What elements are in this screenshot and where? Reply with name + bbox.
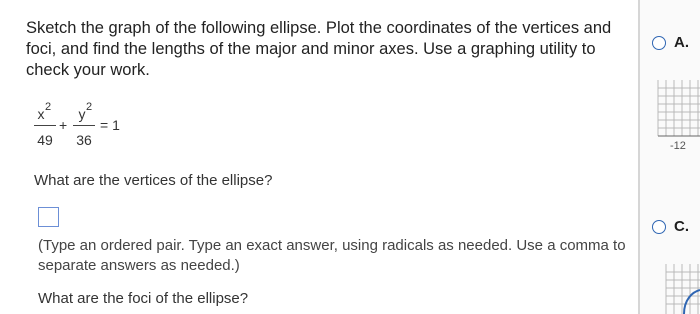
vertices-hint: (Type an ordered pair. Type an exact ans… (38, 237, 626, 274)
option-c-radio[interactable] (652, 220, 666, 234)
vertices-prompt: What are the vertices of the ellipse? (34, 172, 273, 189)
equals-one: = 1 (100, 117, 120, 133)
y-denominator: 36 (76, 132, 92, 148)
vertices-answer-input[interactable] (38, 207, 59, 227)
question-text: Sketch the graph of the following ellips… (26, 19, 612, 79)
option-c-graph[interactable] (640, 264, 700, 314)
option-a-label[interactable]: A. (674, 34, 689, 51)
question-panel: Sketch the graph of the following ellips… (0, 0, 638, 314)
option-a-radio[interactable] (652, 36, 666, 50)
x-exponent: 2 (45, 101, 52, 113)
answer-options-panel: A. -12 C. (640, 0, 700, 314)
plus-sign: + (59, 117, 68, 133)
y-exponent: 2 (86, 101, 93, 113)
foci-prompt: What are the foci of the ellipse? (38, 290, 249, 307)
y-fraction-bar (73, 125, 95, 126)
option-a-axis-tick: -12 (670, 140, 686, 152)
option-c-label[interactable]: C. (674, 218, 689, 235)
x-denominator: 49 (37, 132, 53, 148)
x-fraction-bar (34, 125, 56, 126)
